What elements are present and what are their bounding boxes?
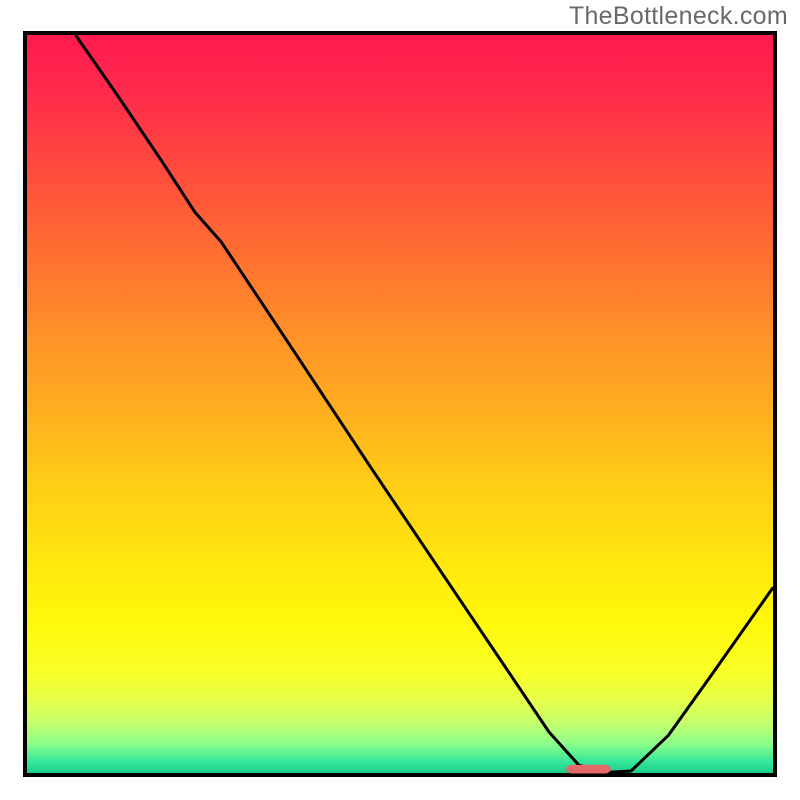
watermark-text: TheBottleneck.com [569,2,788,31]
chart-container: TheBottleneck.com [0,0,800,800]
plot-area [23,31,777,777]
